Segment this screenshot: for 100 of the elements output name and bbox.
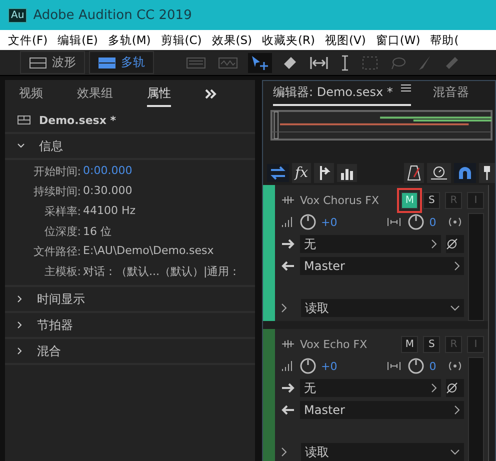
menu-item[interactable]: 效果(S) <box>212 32 252 48</box>
pan-icon <box>387 216 402 228</box>
timeline-tool-button[interactable] <box>454 162 476 183</box>
output-dropdown[interactable]: Master <box>300 257 464 275</box>
volume-value: +0 <box>321 360 338 372</box>
volume-value: +0 <box>321 216 338 228</box>
phase-invert-button[interactable] <box>446 235 464 253</box>
volume-icon <box>281 360 293 372</box>
menu-item[interactable]: 剪辑(C) <box>160 32 202 48</box>
chevron-right-icon <box>431 239 438 249</box>
menu-item[interactable]: 窗口(W) <box>376 32 420 48</box>
track-toggle-button[interactable]: M <box>401 336 418 352</box>
stopwatch-icon <box>430 164 448 181</box>
spectrum-icon <box>186 56 206 68</box>
session-icon <box>17 115 31 125</box>
knob-icon <box>300 214 316 230</box>
chevron-right-icon <box>17 295 23 303</box>
chevron-right-icon <box>17 347 23 355</box>
magnet-icon <box>457 164 473 181</box>
volume-knob[interactable] <box>300 214 316 230</box>
panel-tab[interactable]: 效果组 <box>77 82 113 106</box>
section-header[interactable]: 节拍器 <box>5 313 255 339</box>
chevron-down-icon <box>17 143 25 149</box>
track-view-button[interactable] <box>337 164 358 182</box>
pan-icon <box>387 360 402 372</box>
property-value: 对话：（默认...（默认）|通用： <box>82 264 242 279</box>
chevron-right-icon <box>454 405 460 415</box>
output-dropdown[interactable]: Master <box>300 401 464 419</box>
track-view-button[interactable]: fx <box>292 162 312 183</box>
panel-tab[interactable]: 属性 <box>147 82 171 106</box>
editor-tab[interactable]: 编辑器: Demo.sesx * <box>273 81 411 106</box>
waveform-view-icon <box>29 56 47 68</box>
overflow-chevrons-icon <box>205 89 217 99</box>
text-cursor-icon <box>340 54 350 70</box>
pan-knob[interactable] <box>408 358 424 374</box>
timeline-tool-button[interactable] <box>404 162 424 183</box>
menu-item[interactable]: 多轨(M) <box>108 32 151 48</box>
slip-icon <box>310 56 328 70</box>
knob-icon <box>300 358 316 374</box>
menu-icon <box>400 84 411 92</box>
property-value: E:\AU\Demo\Demo.sesx <box>82 244 215 259</box>
track-toggle-button[interactable]: S <box>423 192 440 208</box>
property-label: 采样率: <box>43 204 81 219</box>
knob-icon <box>408 358 424 374</box>
output-arrow-icon <box>281 261 295 271</box>
property-label: 开始时间: <box>32 164 81 179</box>
fx-icon: fx <box>295 164 308 181</box>
waveform-icon <box>281 339 295 349</box>
multitrack-view-icon <box>98 56 116 68</box>
marquee-icon <box>362 56 378 70</box>
track-toggle-button[interactable]: S <box>423 336 440 352</box>
track-view-button[interactable] <box>314 162 334 183</box>
section-header[interactable]: 信息 <box>5 134 255 160</box>
input-arrow-icon <box>281 383 295 393</box>
input-dropdown[interactable]: 无 <box>300 235 442 253</box>
lasso-icon <box>390 56 406 70</box>
property-value: 44100 Hz <box>82 204 137 219</box>
menu-item[interactable]: 视图(V) <box>325 32 366 48</box>
track-name: Vox Chorus FX <box>300 194 380 206</box>
editor-tab[interactable]: 混音器 <box>432 81 469 106</box>
pan-knob[interactable] <box>408 214 424 230</box>
knob-icon <box>408 214 424 230</box>
phase-icon <box>446 382 458 394</box>
chevron-right-icon <box>454 261 460 271</box>
chevron-down-icon <box>450 449 460 455</box>
panel-tab[interactable]: 视频 <box>19 82 43 106</box>
menu-item[interactable]: 帮助( <box>430 32 459 48</box>
section-header[interactable]: 混合 <box>5 339 255 365</box>
section-header[interactable]: 时间显示 <box>5 287 255 313</box>
volume-icon <box>281 216 293 228</box>
output-arrow-icon <box>281 405 295 415</box>
track-name: Vox Echo FX <box>300 338 368 350</box>
property-value: 0:00.000 <box>82 164 134 179</box>
swap-arrows-icon <box>270 166 286 180</box>
view-mode-button[interactable]: 波形 <box>20 51 85 74</box>
input-arrow-icon <box>281 239 295 249</box>
menu-item[interactable]: 编辑(E) <box>58 32 98 48</box>
move-tool-icon <box>250 54 270 70</box>
app-logo: Au <box>8 8 28 22</box>
phase-invert-button[interactable] <box>446 379 464 397</box>
automation-dropdown[interactable]: 读取 <box>301 299 464 317</box>
input-dropdown[interactable]: 无 <box>300 379 442 397</box>
timeline-tool-button[interactable] <box>479 162 495 183</box>
property-value: 0:30.000 <box>82 184 134 199</box>
view-mode-button[interactable]: 多轨 <box>89 51 154 74</box>
property-label: 持续时间: <box>32 184 81 199</box>
property-label: 位深度: <box>43 224 81 239</box>
track-view-button[interactable] <box>267 164 289 182</box>
razor-icon <box>282 54 298 70</box>
bandage-icon <box>444 54 460 70</box>
automation-dropdown[interactable]: 读取 <box>301 443 464 461</box>
tool-button[interactable] <box>248 52 272 72</box>
volume-knob[interactable] <box>300 358 316 374</box>
pan-value: 0 <box>429 216 436 228</box>
menu-item[interactable]: 收藏夹(R) <box>262 32 316 48</box>
timeline-tool-button[interactable] <box>427 162 451 183</box>
window-title: Adobe Audition CC 2019 <box>33 8 192 22</box>
menu-item[interactable]: 文件(F) <box>8 32 48 48</box>
chevron-right-icon <box>17 321 23 329</box>
chevron-right-icon <box>281 303 287 313</box>
